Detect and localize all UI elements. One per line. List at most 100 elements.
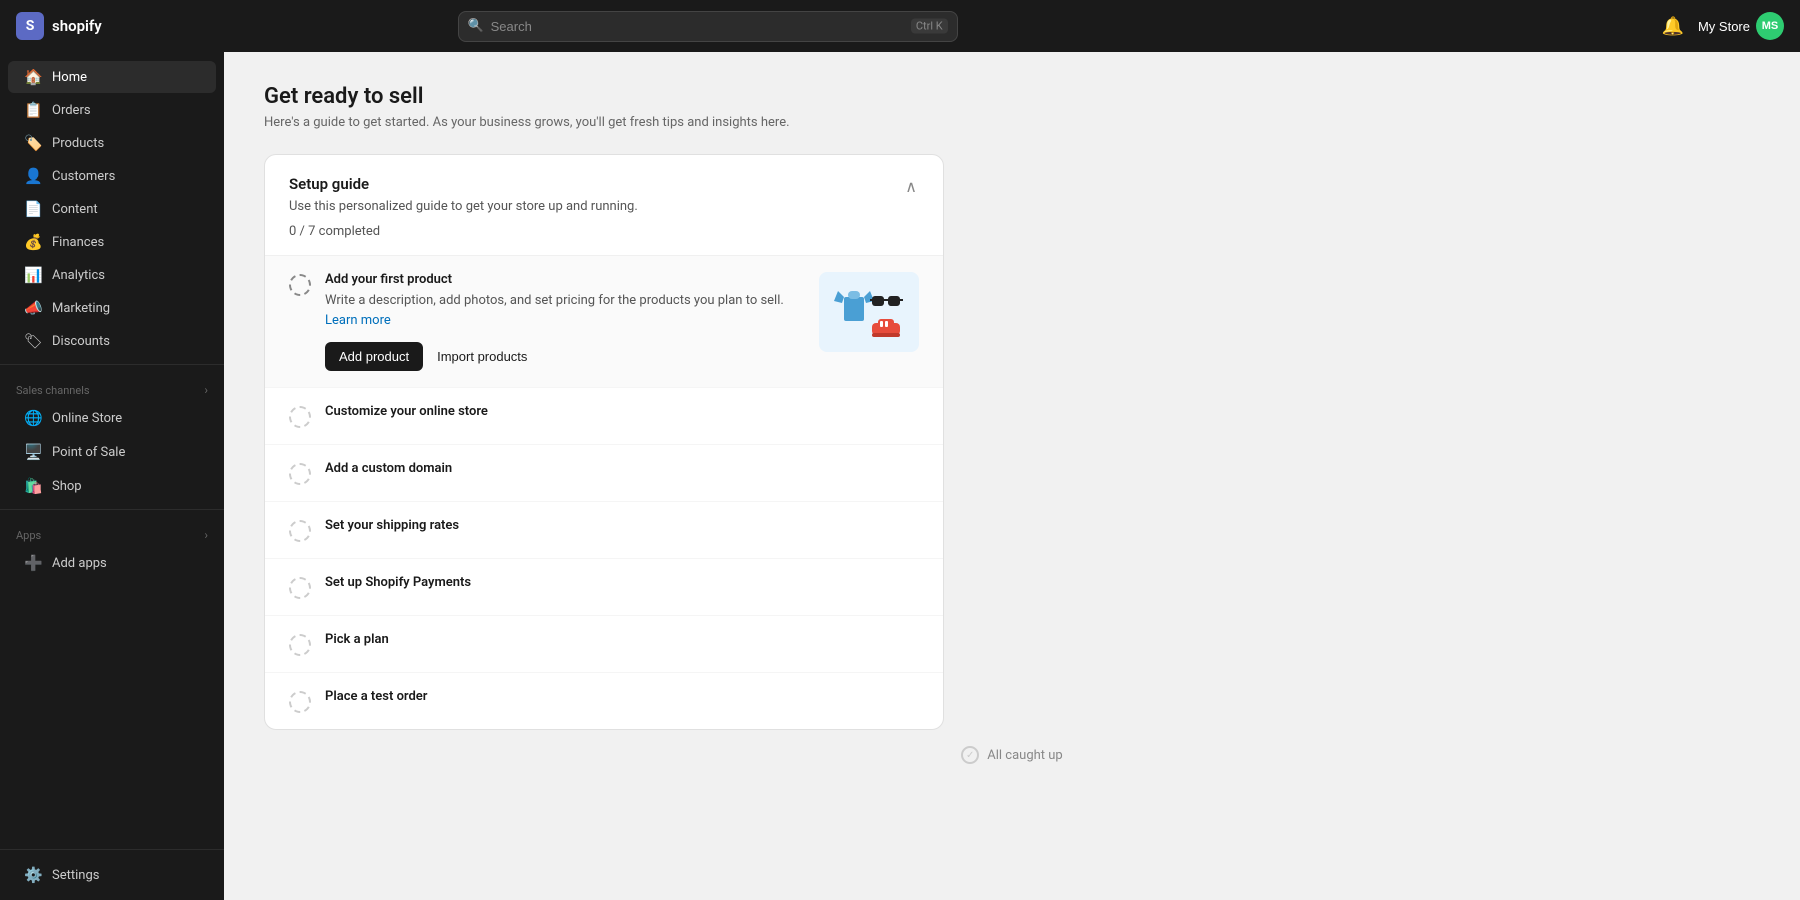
setup-guide-header: Setup guide Use this personalized guide … bbox=[265, 155, 943, 256]
learn-more-link[interactable]: Learn more bbox=[325, 313, 391, 328]
shopify-logo[interactable]: S shopify bbox=[16, 12, 102, 40]
store-selector-button[interactable]: My Store MS bbox=[1698, 12, 1784, 40]
sidebar-item-online-store-label: Online Store bbox=[52, 411, 122, 426]
shop-icon: 🛍️ bbox=[24, 477, 42, 495]
settings-icon: ⚙️ bbox=[24, 866, 42, 884]
notifications-button[interactable]: 🔔 bbox=[1658, 12, 1688, 41]
setup-item-plan-title: Pick a plan bbox=[325, 632, 919, 647]
discounts-icon: 🏷 bbox=[24, 332, 42, 350]
step-circle-shipping bbox=[289, 520, 311, 542]
step-circle-add-product bbox=[289, 274, 311, 296]
all-caught-up-label: All caught up bbox=[987, 748, 1062, 763]
setup-item-add-product-actions: Add product Import products bbox=[325, 342, 805, 371]
sidebar-divider-1 bbox=[0, 364, 224, 365]
sidebar-item-customers[interactable]: 👤 Customers bbox=[8, 160, 216, 192]
search-input[interactable] bbox=[458, 11, 958, 42]
sidebar-item-finances[interactable]: 💰 Finances bbox=[8, 226, 216, 258]
search-bar: 🔍 Ctrl K bbox=[458, 11, 958, 42]
store-avatar: MS bbox=[1756, 12, 1784, 40]
finances-icon: 💰 bbox=[24, 233, 42, 251]
sidebar-divider-2 bbox=[0, 509, 224, 510]
setup-item-add-product-title: Add your first product bbox=[325, 272, 805, 287]
topnav-right-section: 🔔 My Store MS bbox=[1658, 12, 1784, 41]
setup-guide-card: Setup guide Use this personalized guide … bbox=[264, 154, 944, 730]
sidebar-item-content-label: Content bbox=[52, 202, 98, 217]
sidebar-item-discounts[interactable]: 🏷 Discounts bbox=[8, 325, 216, 357]
main-content: Get ready to sell Here's a guide to get … bbox=[224, 52, 1800, 900]
setup-guide-header-content: Setup guide Use this personalized guide … bbox=[289, 175, 638, 239]
sidebar-item-home-label: Home bbox=[52, 70, 87, 85]
sidebar-item-analytics-label: Analytics bbox=[52, 268, 105, 283]
setup-guide-description: Use this personalized guide to get your … bbox=[289, 199, 638, 214]
products-icon: 🏷️ bbox=[24, 134, 42, 152]
sidebar-item-discounts-label: Discounts bbox=[52, 334, 110, 349]
sidebar-item-products[interactable]: 🏷️ Products bbox=[8, 127, 216, 159]
point-of-sale-icon: 🖥️ bbox=[24, 443, 42, 461]
setup-guide-collapse-button[interactable]: ∧ bbox=[903, 175, 919, 199]
step-circle-domain bbox=[289, 463, 311, 485]
sidebar-item-orders[interactable]: 📋 Orders bbox=[8, 94, 216, 126]
setup-item-shipping-rates[interactable]: Set your shipping rates bbox=[265, 502, 943, 559]
sidebar-item-marketing-label: Marketing bbox=[52, 301, 110, 316]
setup-item-custom-domain[interactable]: Add a custom domain bbox=[265, 445, 943, 502]
sidebar-item-shop-label: Shop bbox=[52, 479, 82, 494]
sidebar: 🏠 Home 📋 Orders 🏷️ Products 👤 Customers … bbox=[0, 52, 224, 900]
sidebar-item-customers-label: Customers bbox=[52, 169, 115, 184]
page-title: Get ready to sell bbox=[264, 84, 1760, 109]
setup-item-plan-content: Pick a plan bbox=[325, 632, 919, 651]
setup-guide-title: Setup guide bbox=[289, 175, 638, 193]
shopify-logo-text: shopify bbox=[52, 17, 102, 35]
setup-item-test-order[interactable]: Place a test order bbox=[265, 673, 943, 729]
shopify-logo-icon: S bbox=[16, 12, 44, 40]
step-circle-customize bbox=[289, 406, 311, 428]
setup-item-shipping-title: Set your shipping rates bbox=[325, 518, 919, 533]
add-product-button[interactable]: Add product bbox=[325, 342, 423, 371]
sidebar-item-orders-label: Orders bbox=[52, 103, 91, 118]
sidebar-item-shop[interactable]: 🛍️ Shop bbox=[8, 470, 216, 502]
top-navigation: S shopify 🔍 Ctrl K 🔔 My Store MS bbox=[0, 0, 1800, 52]
sidebar-item-add-apps[interactable]: ➕ Add apps bbox=[8, 547, 216, 579]
import-products-button[interactable]: Import products bbox=[433, 342, 531, 371]
sidebar-bottom: ⚙️ Settings bbox=[0, 849, 224, 892]
setup-item-test-order-content: Place a test order bbox=[325, 689, 919, 708]
step-circle-test-order bbox=[289, 691, 311, 713]
content-icon: 📄 bbox=[24, 200, 42, 218]
sidebar-item-marketing[interactable]: 📣 Marketing bbox=[8, 292, 216, 324]
sidebar-item-finances-label: Finances bbox=[52, 235, 104, 250]
apps-section: Apps › bbox=[0, 516, 224, 546]
sidebar-item-home[interactable]: 🏠 Home bbox=[8, 61, 216, 93]
orders-icon: 📋 bbox=[24, 101, 42, 119]
setup-item-payments-content: Set up Shopify Payments bbox=[325, 575, 919, 594]
all-caught-up-section: ✓ All caught up bbox=[264, 730, 1760, 780]
app-layout: 🏠 Home 📋 Orders 🏷️ Products 👤 Customers … bbox=[0, 52, 1800, 900]
setup-item-shopify-payments[interactable]: Set up Shopify Payments bbox=[265, 559, 943, 616]
sidebar-item-point-of-sale[interactable]: 🖥️ Point of Sale bbox=[8, 436, 216, 468]
setup-item-customize-title: Customize your online store bbox=[325, 404, 919, 419]
customers-icon: 👤 bbox=[24, 167, 42, 185]
search-icon: 🔍 bbox=[468, 19, 484, 34]
setup-item-customize-store[interactable]: Customize your online store bbox=[265, 388, 943, 445]
product-illustration bbox=[819, 272, 919, 352]
sales-channels-section: Sales channels › bbox=[0, 371, 224, 401]
setup-item-pick-plan[interactable]: Pick a plan bbox=[265, 616, 943, 673]
marketing-icon: 📣 bbox=[24, 299, 42, 317]
apps-label: Apps bbox=[16, 529, 41, 542]
page-subtitle: Here's a guide to get started. As your b… bbox=[264, 115, 1760, 130]
sidebar-item-add-apps-label: Add apps bbox=[52, 556, 107, 571]
sidebar-item-analytics[interactable]: 📊 Analytics bbox=[8, 259, 216, 291]
sales-channels-expand-icon[interactable]: › bbox=[204, 383, 208, 397]
setup-item-add-product-content: Add your first product Write a descripti… bbox=[325, 272, 805, 371]
sidebar-item-online-store[interactable]: 🌐 Online Store bbox=[8, 402, 216, 434]
sidebar-item-point-of-sale-label: Point of Sale bbox=[52, 445, 125, 460]
apps-expand-icon[interactable]: › bbox=[204, 528, 208, 542]
home-icon: 🏠 bbox=[24, 68, 42, 86]
setup-item-domain-content: Add a custom domain bbox=[325, 461, 919, 480]
sidebar-item-settings[interactable]: ⚙️ Settings bbox=[8, 859, 216, 891]
step-circle-payments bbox=[289, 577, 311, 599]
add-apps-icon: ➕ bbox=[24, 554, 42, 572]
sidebar-item-content[interactable]: 📄 Content bbox=[8, 193, 216, 225]
setup-item-domain-title: Add a custom domain bbox=[325, 461, 919, 476]
sales-channels-label: Sales channels bbox=[16, 384, 90, 397]
analytics-icon: 📊 bbox=[24, 266, 42, 284]
setup-item-add-product[interactable]: Add your first product Write a descripti… bbox=[265, 256, 943, 388]
